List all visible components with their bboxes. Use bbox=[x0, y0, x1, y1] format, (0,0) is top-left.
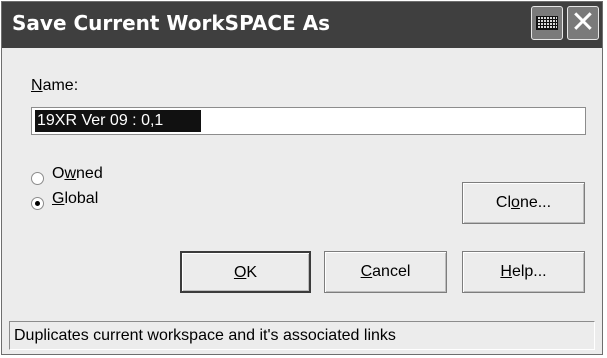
clone-button[interactable]: Clone... bbox=[462, 182, 585, 224]
radio-owned-label: Owned bbox=[52, 165, 103, 182]
help-button[interactable]: Help... bbox=[462, 251, 585, 293]
global-mnemonic: G bbox=[52, 190, 65, 207]
status-bar: Duplicates current workspace and it's as… bbox=[9, 321, 595, 350]
cancel-button[interactable]: Cancel bbox=[324, 251, 447, 293]
title-bar[interactable]: Save Current WorkSPACE As ✕ bbox=[2, 2, 602, 48]
owned-mnemonic: w bbox=[64, 165, 77, 182]
ok-button[interactable]: OK bbox=[180, 251, 311, 293]
radio-global-dot bbox=[35, 201, 40, 206]
keyboard-icon bbox=[536, 16, 558, 30]
dialog-title: Save Current WorkSPACE As bbox=[12, 11, 331, 35]
keyboard-button[interactable] bbox=[531, 6, 563, 40]
name-label: Name: bbox=[31, 77, 78, 95]
close-button[interactable]: ✕ bbox=[567, 6, 599, 40]
save-workspace-dialog: Save Current WorkSPACE As ✕ Name: 19XR V… bbox=[1, 1, 603, 355]
radio-global-label: Global bbox=[52, 190, 99, 207]
name-label-mnemonic: N bbox=[31, 77, 43, 94]
close-icon: ✕ bbox=[570, 5, 596, 40]
name-input[interactable] bbox=[31, 107, 586, 135]
name-label-rest: ame: bbox=[42, 77, 79, 94]
radio-global[interactable] bbox=[31, 197, 44, 210]
radio-owned[interactable] bbox=[31, 172, 44, 185]
